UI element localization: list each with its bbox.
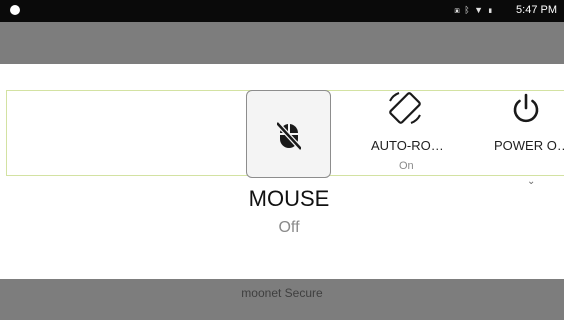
ghost-text [226, 54, 266, 62]
bluetooth-icon: ᛒ [464, 5, 471, 15]
wifi-icon: ▼ [474, 5, 485, 15]
mouse-tile[interactable] [246, 90, 331, 178]
auto-rotate-label: AUTO-RO… [371, 138, 444, 153]
chevron-down-icon[interactable]: ⌄ [527, 176, 535, 187]
screenshot-icon: ▣ [454, 5, 461, 15]
battery-icon: ▮ [487, 5, 494, 15]
auto-rotate-icon [389, 92, 421, 124]
auto-rotate-status: On [399, 160, 414, 172]
selected-tile-title: MOUSE [248, 186, 330, 211]
bottom-overlay-band: moonet Secure [0, 279, 564, 320]
status-bar: ▣ ᛒ ▼ ▮ 5:47 PM [0, 0, 564, 22]
power-icon [513, 93, 539, 123]
top-overlay-band [0, 22, 564, 64]
notification-dot-icon [10, 5, 20, 15]
auto-rotate-tile[interactable]: AUTO-RO… On [356, 86, 452, 178]
selected-tile-status: Off [278, 219, 300, 236]
status-icons: ▣ ᛒ ▼ ▮ [454, 5, 494, 15]
status-time: 5:47 PM [516, 4, 557, 16]
footer-text: moonet Secure [241, 286, 323, 300]
power-tile[interactable]: POWER O… [486, 86, 564, 178]
power-label: POWER O… [494, 138, 564, 153]
mouse-off-icon [277, 121, 301, 151]
